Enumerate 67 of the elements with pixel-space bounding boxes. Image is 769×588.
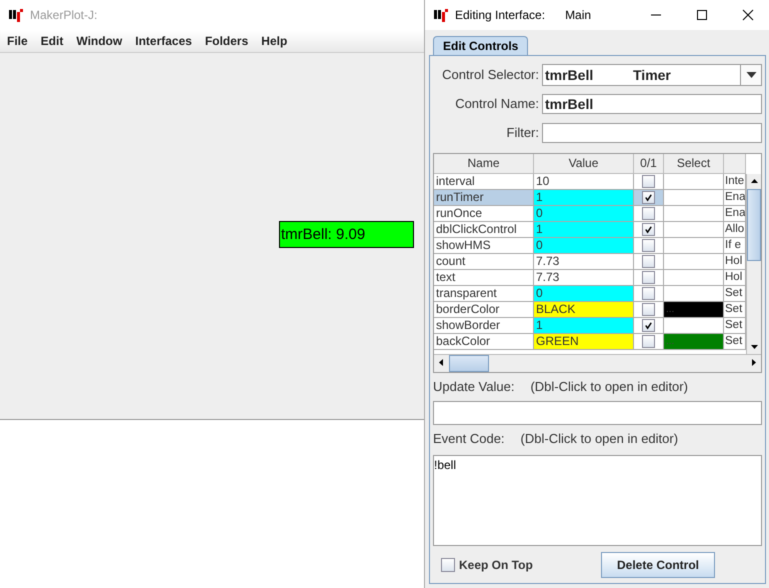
checkbox[interactable] <box>642 239 655 252</box>
table-cell[interactable]: 1 <box>534 318 634 334</box>
table-cell[interactable]: 0 <box>534 238 634 254</box>
app-logo-icon <box>433 7 449 23</box>
column-header[interactable]: 0/1 <box>634 154 664 174</box>
control-name-field[interactable]: tmrBell <box>542 94 762 114</box>
control-selector-dropdown[interactable]: tmrBell Timer <box>542 64 762 86</box>
event-code-field[interactable]: !bell <box>433 455 762 546</box>
tab[interactable]: Edit Controls <box>433 36 528 55</box>
scrollbar-thumb[interactable] <box>747 189 761 261</box>
menu-item[interactable]: Folders <box>204 34 248 48</box>
table-cell[interactable]: 1 <box>534 190 634 206</box>
window-title: MakerPlot-J: <box>30 8 98 22</box>
table-cell[interactable] <box>664 190 724 206</box>
update-value-field[interactable] <box>433 401 762 425</box>
table-cell[interactable] <box>664 238 724 254</box>
table-cell[interactable]: 10 <box>534 174 634 190</box>
keep-on-top-checkbox[interactable]: Keep On Top <box>433 558 591 572</box>
scrollbar-thumb[interactable] <box>449 355 489 372</box>
delete-control-button[interactable]: Delete Control <box>601 552 715 578</box>
hint-text: (Dbl-Click to open in editor) <box>530 379 688 395</box>
table-cell[interactable]: BLACK <box>534 302 634 318</box>
menu-item[interactable]: Edit <box>40 34 64 48</box>
checkbox[interactable] <box>642 207 655 220</box>
hint-text: (Dbl-Click to open in editor) <box>520 431 678 447</box>
table-cell[interactable]: GREEN <box>534 334 634 350</box>
checkbox[interactable] <box>642 303 655 316</box>
vertical-scrollbar[interactable] <box>746 174 761 354</box>
checkbox[interactable] <box>642 287 655 300</box>
horizontal-scrollbar[interactable] <box>434 354 761 372</box>
table-cell[interactable]: 7.73 <box>534 270 634 286</box>
table-cell[interactable] <box>664 254 724 270</box>
table-cell[interactable]: 0 <box>534 286 634 302</box>
caret-icon <box>746 72 756 78</box>
table-cell[interactable]: 1 <box>534 222 634 238</box>
field-label: Update Value: <box>433 379 514 395</box>
field-label: Control Name: <box>454 96 540 111</box>
table-cell[interactable] <box>664 206 724 222</box>
column-header[interactable]: Name <box>434 154 534 174</box>
field-label: Control Selector: <box>441 67 540 82</box>
checkbox[interactable] <box>642 271 655 284</box>
table-cell[interactable] <box>664 174 724 190</box>
checkbox[interactable] <box>642 175 655 188</box>
filter-field[interactable] <box>542 122 762 142</box>
checkbox[interactable] <box>642 191 655 204</box>
field-label: Event Code: <box>433 431 505 447</box>
field-label: Filter: <box>506 125 540 140</box>
checkbox[interactable] <box>642 319 655 332</box>
table-cell[interactable] <box>664 222 724 238</box>
menu-item[interactable]: File <box>7 34 28 48</box>
table-cell[interactable]: 7.73 <box>534 254 634 270</box>
window-title: Editing Interface: <box>455 8 546 22</box>
menu-item[interactable]: Help <box>261 34 288 48</box>
checkbox[interactable] <box>642 223 655 236</box>
close-icon[interactable] <box>742 9 754 21</box>
table-cell[interactable]: runTimer <box>434 190 534 206</box>
timer-label: tmrBell: 9.09 <box>279 221 414 248</box>
checkbox[interactable] <box>642 255 655 268</box>
menu-item[interactable]: Window <box>76 34 122 48</box>
menu-item[interactable]: Interfaces <box>135 34 192 48</box>
column-header[interactable]: Select <box>664 154 724 174</box>
checkbox[interactable] <box>642 335 655 348</box>
app-logo-icon <box>8 7 24 23</box>
maximize-icon[interactable] <box>696 9 708 21</box>
table-cell[interactable]: 0 <box>534 206 634 222</box>
table-cell[interactable] <box>664 270 724 286</box>
interface-name: Main <box>565 8 592 22</box>
